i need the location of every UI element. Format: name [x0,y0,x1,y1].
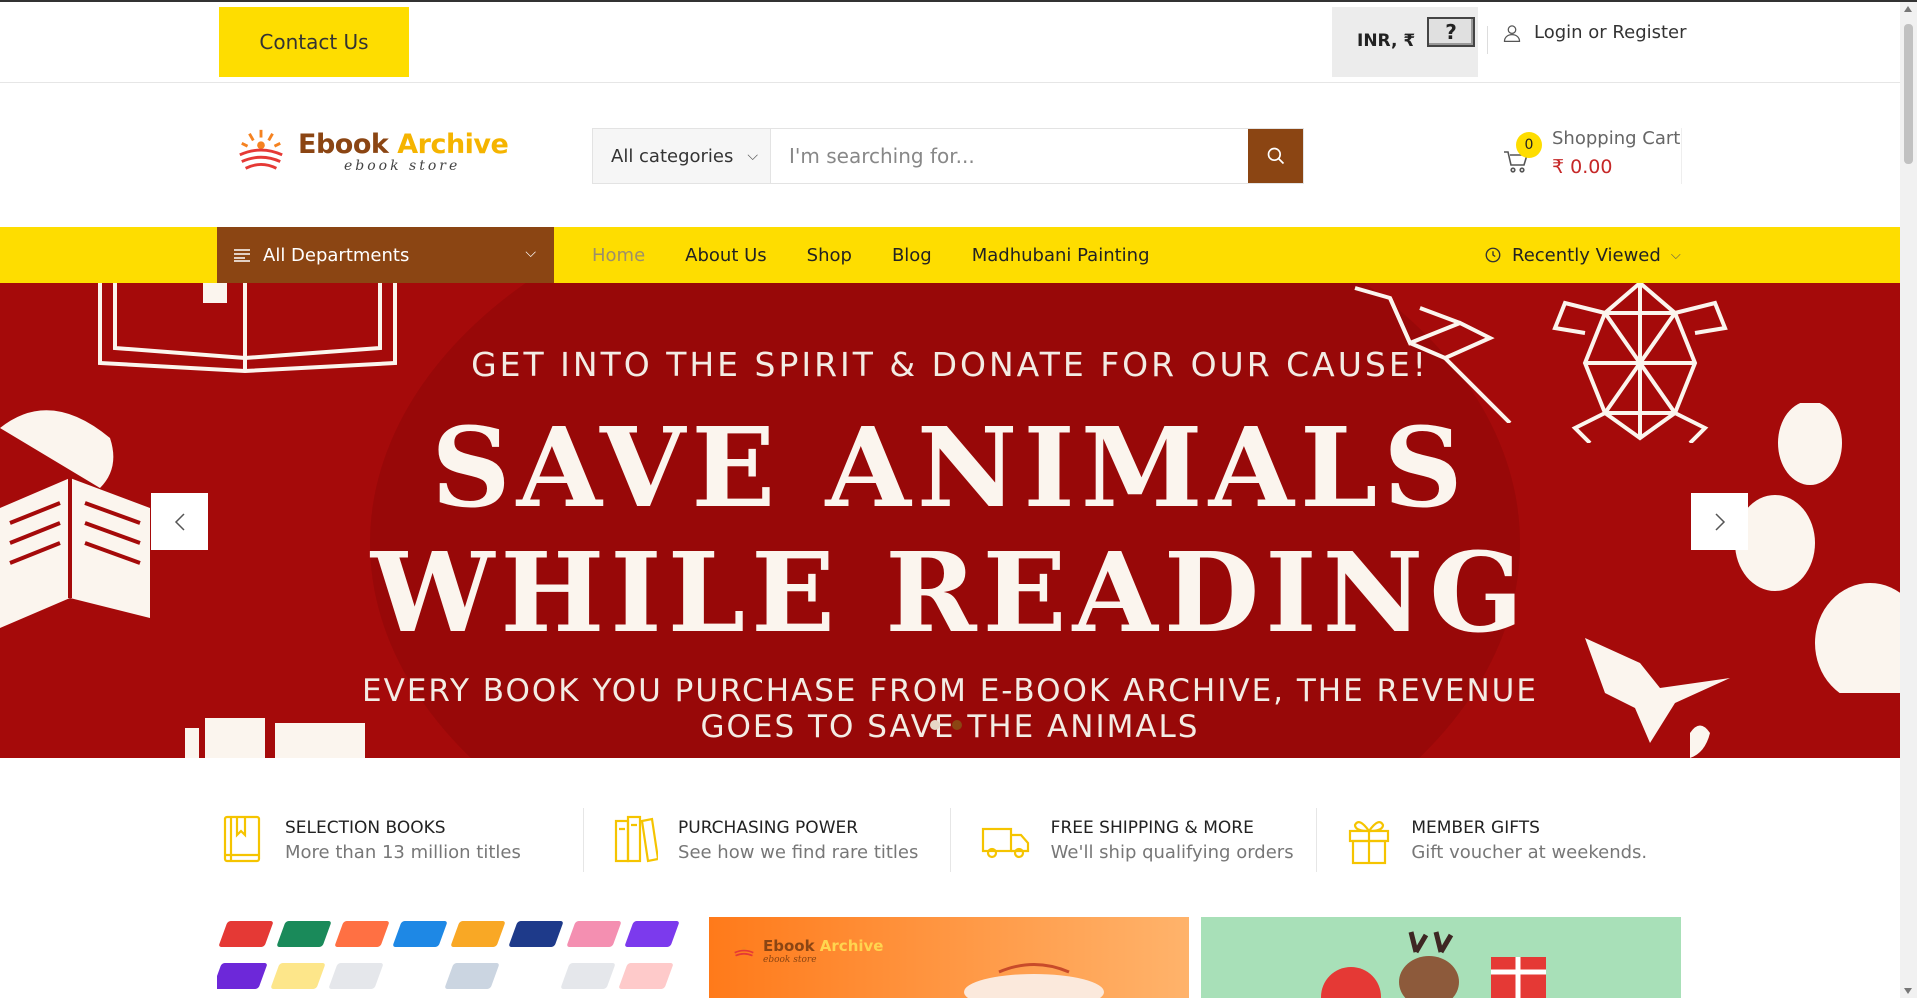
promo-card-2[interactable]: Ebook Archive ebook store [709,917,1189,998]
promo-card-1[interactable] [217,917,697,998]
gift-icon [1349,821,1390,865]
site-header: Ebook Archive ebook store All categories… [0,84,1900,227]
feature-purchasing-power: PURCHASING POWER See how we find rare ti… [583,808,950,872]
book-graphic [334,921,390,947]
books-shelf-icon [614,815,659,863]
promo-logo-tagline: ebook store [763,955,817,965]
logo-flame-icon [239,129,283,170]
login-register-link[interactable]: Login or Register [1502,22,1687,43]
features-row: SELECTION BOOKS More than 13 million tit… [217,808,1683,872]
book-graphic [276,921,332,947]
book-graphic [566,921,622,947]
search-button[interactable] [1248,129,1303,183]
hero-kicker: GET INTO THE SPIRIT & DONATE FOR OUR CAU… [471,345,1429,384]
history-icon [1485,247,1501,263]
truck-icon [981,827,1029,859]
slider-dots [930,720,962,730]
logo-flame-icon [734,946,754,957]
promo-logo-title: Ebook Archive [763,937,884,955]
nav-link-home[interactable]: Home [592,245,645,266]
hero-subtitle-line1: EVERY BOOK YOU PURCHASE FROM E-BOOK ARCH… [362,673,1538,709]
divider [1487,26,1488,54]
chevron-down-icon: ⌵ [525,245,536,261]
feature-subtitle: More than 13 million titles [285,841,521,863]
nav-link-shop[interactable]: Shop [807,245,852,266]
chevron-down-icon: ⌵ [1670,247,1681,263]
scroll-up-arrow[interactable] [1904,6,1912,12]
contact-us-button[interactable]: Contact Us [219,7,409,77]
search-category-label: All categories [611,145,734,167]
feature-member-gifts: MEMBER GIFTS Gift voucher at weekends. [1316,808,1683,872]
book-graphic [624,921,680,947]
search-bar: All categories ⌵ [592,128,1304,184]
feature-title: PURCHASING POWER [678,817,859,838]
book-graphic [450,921,506,947]
page: Contact Us INR, ₹ ? Login or Register Eb… [0,0,1917,998]
cart-count-badge: 0 [1516,132,1542,158]
chevron-down-icon: ⌵ [747,148,759,164]
book-graphic [218,921,274,947]
slider-dot-2[interactable] [952,720,962,730]
feature-title: MEMBER GIFTS [1411,817,1540,838]
recently-viewed-menu[interactable]: Recently Viewed ⌵ [1484,227,1681,283]
scroll-down-arrow[interactable] [1904,988,1912,994]
feature-subtitle: We'll ship qualifying orders [1050,841,1294,863]
page-scrollbar[interactable] [1900,2,1917,998]
cart-total: ₹ 0.00 [1552,156,1613,178]
promo-card-3[interactable] [1201,917,1681,998]
slider-dot-1[interactable] [930,720,940,730]
book-graphic [618,963,674,989]
hero-slider: GET INTO THE SPIRIT & DONATE FOR OUR CAU… [0,283,1900,758]
chevron-left-icon [174,512,185,531]
recently-viewed-label: Recently Viewed [1512,244,1661,266]
chevron-right-icon [1714,512,1725,531]
hero-title-line2: WHILE READING [370,528,1530,657]
slider-next-button[interactable] [1691,493,1748,550]
book-graphic [508,921,564,947]
book-graphic [444,963,500,989]
nav-links: Home About Us Shop Blog Madhubani Painti… [592,227,1150,283]
site-logo[interactable]: Ebook Archive ebook store [232,126,509,176]
feature-subtitle: Gift voucher at weekends. [1411,841,1648,863]
search-category-select[interactable]: All categories ⌵ [593,129,771,183]
nav-link-about-us[interactable]: About Us [685,245,767,266]
top-bar: Contact Us INR, ₹ ? Login or Register [0,2,1900,83]
nav-link-blog[interactable]: Blog [892,245,932,266]
nav-link-madhubani-painting[interactable]: Madhubani Painting [972,245,1150,266]
login-label: Login or Register [1534,22,1687,43]
currency-switcher[interactable]: INR, ₹ ? [1332,7,1478,77]
feature-selection-books: SELECTION BOOKS More than 13 million tit… [217,808,583,872]
search-icon [1267,147,1284,165]
feature-subtitle: See how we find rare titles [678,841,919,863]
shopping-cart[interactable]: 0 Shopping Cart ₹ 0.00 [1502,128,1682,184]
book-graphic [560,963,616,989]
book-graphic [328,963,384,989]
book-graphic [270,963,326,989]
feature-title: FREE SHIPPING & MORE [1050,817,1254,838]
all-departments-label: All Departments [263,244,410,266]
book-icon [223,815,261,863]
logo-title: Ebook Archive [298,128,509,160]
logo-tagline: ebook store [344,157,461,174]
promo-logo: Ebook Archive ebook store [731,937,883,965]
user-icon [1503,24,1521,42]
main-nav: All Departments ⌵ Home About Us Shop Blo… [0,227,1900,283]
cart-label: Shopping Cart [1552,128,1681,149]
all-departments-menu[interactable]: All Departments ⌵ [217,227,554,283]
search-input[interactable] [771,129,1248,183]
airplane-illustration [964,963,1104,998]
slider-prev-button[interactable] [151,493,208,550]
hero-title-line1: SAVE ANIMALS [431,403,1469,532]
help-icon[interactable]: ? [1427,17,1475,47]
book-graphic [217,963,268,989]
feature-free-shipping: FREE SHIPPING & MORE We'll ship qualifyi… [949,808,1317,872]
menu-lines-icon [234,249,250,262]
scrollbar-thumb[interactable] [1904,24,1913,164]
currency-label: INR, ₹ [1357,31,1416,51]
reindeer-illustration [1321,931,1546,998]
book-graphic [392,921,448,947]
feature-title: SELECTION BOOKS [285,817,446,838]
